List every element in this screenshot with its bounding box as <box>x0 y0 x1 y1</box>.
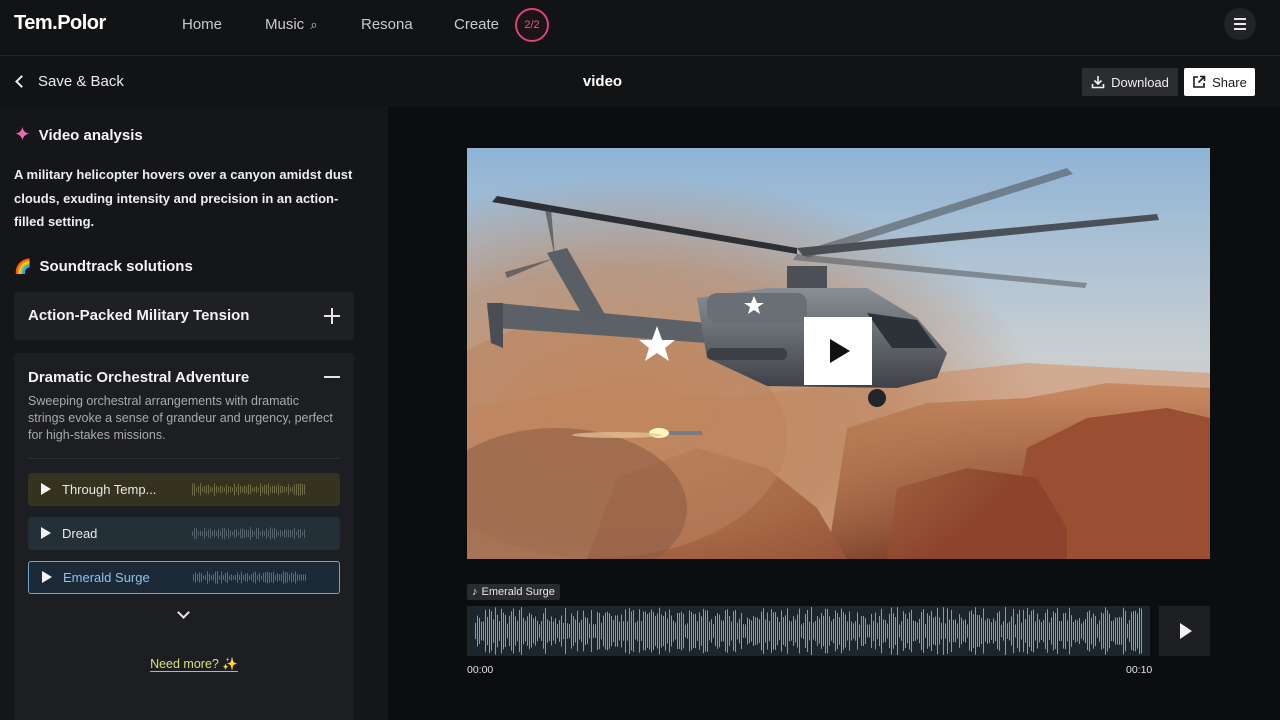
track-through-temp[interactable]: Through Temp... <box>28 473 340 506</box>
solution-card-action-packed[interactable]: Action-Packed Military Tension <box>14 292 354 340</box>
now-playing-tag: ♪ Emerald Surge <box>467 584 560 600</box>
divider <box>28 458 340 459</box>
share-label: Share <box>1212 74 1247 90</box>
waveform-icon <box>193 571 306 584</box>
app-logo[interactable]: Tem.Polor <box>14 12 106 35</box>
track-emerald-surge[interactable]: Emerald Surge <box>28 561 340 594</box>
time-end: 00:10 <box>1126 664 1153 676</box>
play-icon[interactable] <box>41 483 51 495</box>
play-icon[interactable] <box>41 527 51 539</box>
share-button[interactable]: Share <box>1184 68 1255 96</box>
editor-header: Save & Back video Download Share <box>0 57 1280 107</box>
soundtrack-title: Soundtrack solutions <box>39 258 193 275</box>
nav-music-label: Music <box>265 16 305 33</box>
track-dread[interactable]: Dread <box>28 517 340 550</box>
track-name: Emerald Surge <box>63 570 150 585</box>
solution-title: Action-Packed Military Tension <box>28 307 250 324</box>
hamburger-menu-icon[interactable] <box>1224 8 1256 40</box>
nav-music[interactable]: Music ⌕ <box>265 16 318 33</box>
nav-resona[interactable]: Resona <box>361 16 413 33</box>
save-back-label: Save & Back <box>38 73 124 90</box>
video-stage: ♪ Emerald Surge 00:00 00:10 <box>388 107 1280 720</box>
nav-create[interactable]: Create <box>454 16 499 33</box>
audio-waveform[interactable] <box>467 606 1150 656</box>
waveform-icon <box>192 483 305 496</box>
solution-description: Sweeping orchestral arrangements with dr… <box>28 394 333 442</box>
chevron-left-icon <box>15 75 28 88</box>
download-label: Download <box>1111 74 1169 90</box>
solution-title: Dramatic Orchestral Adventure <box>28 369 250 386</box>
video-analysis-text: A military helicopter hovers over a cany… <box>14 167 353 229</box>
waveform-icon <box>192 527 305 540</box>
share-icon <box>1193 75 1206 88</box>
track-name: Through Temp... <box>62 482 157 497</box>
soundtrack-heading: 🌈 Soundtrack solutions <box>14 258 193 275</box>
search-icon: ⌕ <box>310 17 318 32</box>
waveform-icon <box>475 607 1142 655</box>
need-more-label: Need more? ✨ <box>150 657 238 671</box>
minus-icon[interactable] <box>324 376 340 378</box>
need-more-link[interactable]: Need more? ✨ <box>0 657 388 672</box>
audio-play-button[interactable] <box>1159 606 1210 656</box>
time-start: 00:00 <box>467 664 494 676</box>
analysis-panel: ✦ Video analysis A military helicopter h… <box>0 107 388 720</box>
sparkle-icon: ✦ <box>14 124 31 146</box>
rainbow-icon: 🌈 <box>14 258 32 274</box>
chevron-down-icon[interactable] <box>177 606 190 619</box>
page-title: video <box>582 73 623 90</box>
video-analysis-heading: ✦ Video analysis <box>14 125 143 145</box>
plus-icon[interactable] <box>324 308 340 324</box>
track-name: Dread <box>62 526 98 541</box>
download-button[interactable]: Download <box>1082 68 1178 96</box>
video-analysis-title: Video analysis <box>38 126 143 144</box>
download-icon <box>1091 76 1105 89</box>
video-preview[interactable] <box>467 148 1210 559</box>
play-icon[interactable] <box>42 571 52 583</box>
nav-home[interactable]: Home <box>182 16 222 33</box>
video-play-button[interactable] <box>804 317 872 385</box>
music-note-icon: ♪ <box>472 586 478 598</box>
save-back-button[interactable]: Save & Back <box>14 73 124 90</box>
now-playing-label: Emerald Surge <box>481 586 555 598</box>
top-navigation: Tem.Polor Home Music ⌕ Resona Create 2/2 <box>0 0 1280 56</box>
credits-badge[interactable]: 2/2 <box>515 8 549 42</box>
